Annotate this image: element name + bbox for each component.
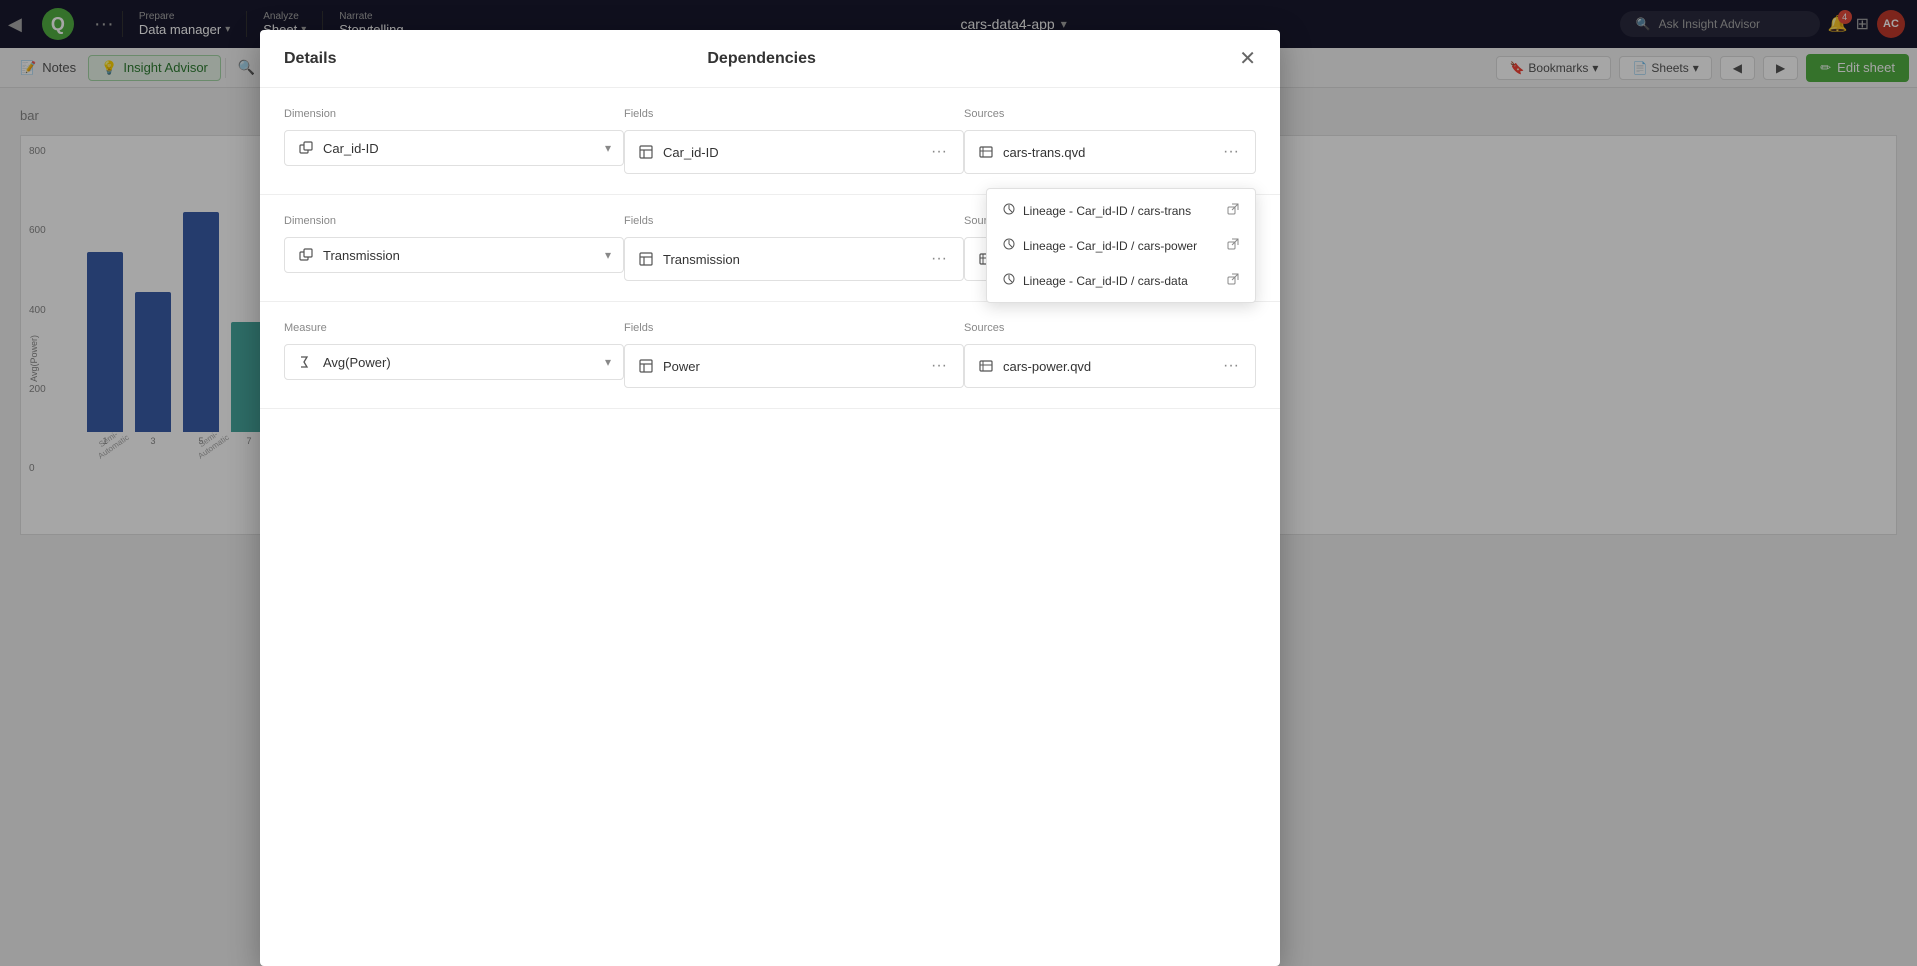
source-box-3: cars-power.qvd ··· (964, 344, 1256, 388)
dimension-box-2[interactable]: Transmission ▾ (284, 237, 624, 273)
dimension-chevron-2: ▾ (605, 248, 611, 262)
dimension-label-2: Dimension (284, 215, 624, 227)
lineage-item-2[interactable]: Lineage - Car_id-ID / cars-power (987, 228, 1255, 263)
sources-label-1: Sources (964, 108, 1256, 120)
lineage-icon-2 (1003, 238, 1015, 253)
measure-value-3: Avg(Power) (323, 355, 597, 370)
sources-label-3: Sources (964, 322, 1256, 334)
dimension-chevron-1: ▾ (605, 141, 611, 155)
fields-label-1: Fields (624, 108, 964, 120)
modal-dependencies-title: Dependencies (484, 50, 1039, 68)
source-value-3: cars-power.qvd (1003, 359, 1211, 374)
dimension-label-1: Dimension (284, 108, 624, 120)
source-box-1: cars-trans.qvd ··· (964, 130, 1256, 174)
dimension-value-1: Car_id-ID (323, 141, 597, 156)
lineage-item-1[interactable]: Lineage - Car_id-ID / cars-trans (987, 193, 1255, 228)
modal-header: Details Dependencies ✕ (260, 30, 1280, 88)
fields-label-2: Fields (624, 215, 964, 227)
modal-close-button[interactable]: ✕ (1239, 46, 1256, 71)
dep-row-1: Dimension Car_id-ID ▾ Fields Car_id-ID ·… (260, 88, 1280, 195)
field-box-2: Transmission ··· (624, 237, 964, 281)
lineage-text-1: Lineage - Car_id-ID / cars-trans (1023, 204, 1219, 218)
details-modal: Details Dependencies ✕ Dimension Car_id-… (260, 30, 1280, 966)
lineage-text-2: Lineage - Car_id-ID / cars-power (1023, 239, 1219, 253)
table-icon-3 (637, 357, 655, 375)
field-value-3: Power (663, 359, 919, 374)
lineage-icon-3 (1003, 273, 1015, 288)
table-icon-2 (637, 250, 655, 268)
field-more-1[interactable]: ··· (927, 139, 951, 165)
dep-col-fields-3: Fields Power ··· (624, 322, 964, 388)
lineage-ext-2 (1227, 238, 1239, 253)
lineage-ext-1 (1227, 203, 1239, 218)
field-box-3: Power ··· (624, 344, 964, 388)
source-value-1: cars-trans.qvd (1003, 145, 1211, 160)
dep-col-dimension-1: Dimension Car_id-ID ▾ (284, 108, 624, 174)
field-more-2[interactable]: ··· (927, 246, 951, 272)
table-icon-1 (637, 143, 655, 161)
field-value-1: Car_id-ID (663, 145, 919, 160)
lineage-text-3: Lineage - Car_id-ID / cars-data (1023, 274, 1219, 288)
source-more-3[interactable]: ··· (1219, 353, 1243, 379)
dep-col-fields-2: Fields Transmission ··· (624, 215, 964, 281)
field-box-1: Car_id-ID ··· (624, 130, 964, 174)
dep-row-3: Measure Avg(Power) ▾ Fields Power ··· (260, 302, 1280, 409)
field-value-2: Transmission (663, 252, 919, 267)
measure-chevron-3: ▾ (605, 355, 611, 369)
dep-col-fields-1: Fields Car_id-ID ··· (624, 108, 964, 174)
source-icon-1 (977, 143, 995, 161)
lineage-item-3[interactable]: Lineage - Car_id-ID / cars-data (987, 263, 1255, 298)
cube-icon-2 (297, 246, 315, 264)
dimension-box-1[interactable]: Car_id-ID ▾ (284, 130, 624, 166)
lineage-dropdown: Lineage - Car_id-ID / cars-trans Lineage… (986, 188, 1256, 303)
fields-label-3: Fields (624, 322, 964, 334)
source-more-1[interactable]: ··· (1219, 139, 1243, 165)
field-more-3[interactable]: ··· (927, 353, 951, 379)
measure-box-3[interactable]: Avg(Power) ▾ (284, 344, 624, 380)
dep-col-measure-3: Measure Avg(Power) ▾ (284, 322, 624, 388)
dep-col-sources-3: Sources cars-power.qvd ··· (964, 322, 1256, 388)
dep-col-sources-1: Sources cars-trans.qvd ··· (964, 108, 1256, 174)
dimension-value-2: Transmission (323, 248, 597, 263)
modal-body: Dimension Car_id-ID ▾ Fields Car_id-ID ·… (260, 88, 1280, 966)
measure-label-3: Measure (284, 322, 624, 334)
source-icon-3 (977, 357, 995, 375)
lineage-ext-3 (1227, 273, 1239, 288)
modal-details-title: Details (284, 50, 484, 68)
sigma-icon-3 (297, 353, 315, 371)
lineage-icon-1 (1003, 203, 1015, 218)
cube-icon-1 (297, 139, 315, 157)
dep-col-dimension-2: Dimension Transmission ▾ (284, 215, 624, 281)
